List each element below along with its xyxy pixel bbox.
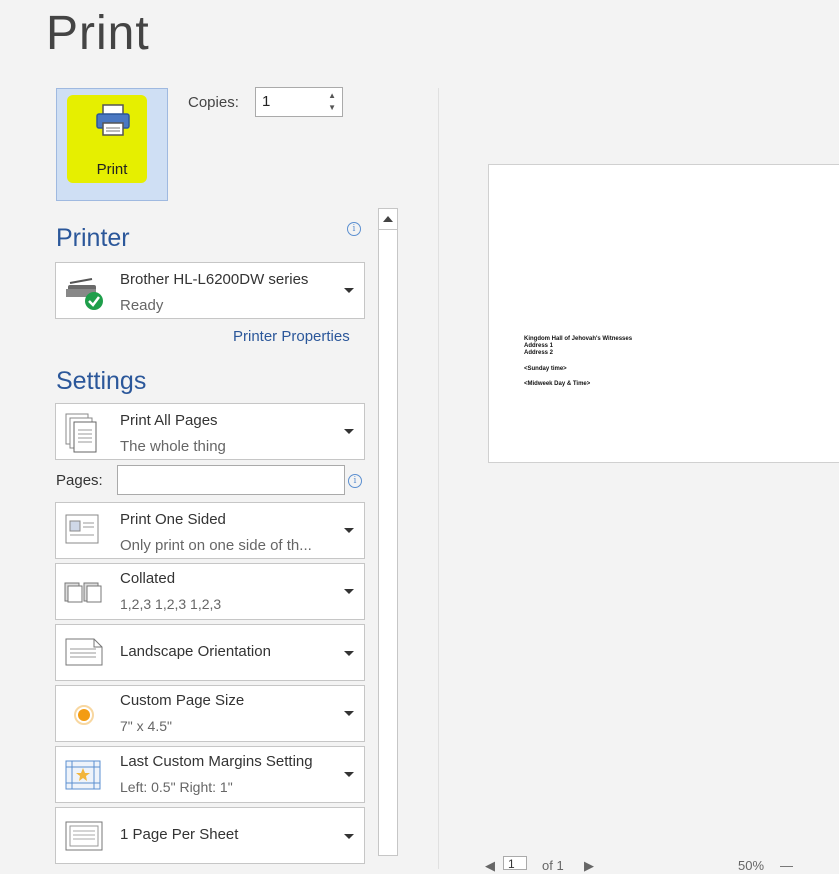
info-icon[interactable]: i [347,222,361,236]
chevron-down-icon [344,429,354,434]
printer-icon [96,104,130,136]
page-size-subtitle: 7" x 4.5" [120,718,172,734]
margins-title: Last Custom Margins Setting [120,753,313,770]
chevron-down-icon [344,288,354,293]
print-range-title: Print All Pages [120,412,218,429]
print-preview-page: Kingdom Hall of Jehovah's Witnesses Addr… [488,164,839,463]
zoom-out-icon[interactable]: — [780,858,793,873]
orientation-dropdown[interactable]: Landscape Orientation [55,624,365,681]
chevron-down-icon [344,589,354,594]
pages-label: Pages: [56,472,103,489]
spin-down-icon[interactable]: ▼ [328,103,336,112]
printer-status: Ready [120,297,164,314]
scroll-up-icon[interactable] [379,209,397,230]
next-page-icon[interactable]: ▶ [584,858,594,874]
chevron-down-icon [344,528,354,533]
chevron-down-icon [344,711,354,716]
chevron-down-icon [344,651,354,656]
settings-scrollbar[interactable] [378,208,398,856]
pages-per-sheet-icon [65,821,103,851]
preview-line: <Sunday time> [524,366,567,372]
collated-icon [64,582,102,603]
info-icon[interactable]: i [348,474,362,488]
printer-dropdown[interactable]: Brother HL-L6200DW series Ready [55,262,365,319]
page-number-input[interactable]: 1 [503,856,527,871]
preview-line: <Midweek Day & Time> [524,381,591,387]
printer-heading: Printer [56,224,130,252]
copies-stepper[interactable]: 1 ▲ ▼ [255,87,343,117]
print-button-label: Print [96,161,128,178]
printer-ready-icon [66,278,103,310]
print-range-subtitle: The whole thing [120,438,226,455]
collation-title: Collated [120,570,176,587]
collation-dropdown[interactable]: Collated 1,2,3 1,2,3 1,2,3 [55,563,365,620]
landscape-icon [65,638,103,666]
sides-dropdown[interactable]: Print One Sided Only print on one side o… [55,502,365,559]
margins-icon [65,760,101,790]
margins-subtitle: Left: 0.5" Right: 1" [120,779,233,795]
page-size-dropdown[interactable]: Custom Page Size 7" x 4.5" [55,685,365,742]
pane-divider [438,88,439,869]
collation-subtitle: 1,2,3 1,2,3 1,2,3 [120,596,222,612]
copies-label: Copies: [188,94,239,111]
chevron-down-icon [344,772,354,777]
settings-heading: Settings [56,367,147,395]
print-range-dropdown[interactable]: Print All Pages The whole thing [55,403,365,460]
orientation-title: Landscape Orientation [120,643,271,660]
sides-subtitle: Only print on one side of th... [120,537,312,554]
printer-name: Brother HL-L6200DW series [120,271,309,288]
page-of-label: of 1 [542,858,564,873]
pages-input[interactable] [117,465,345,495]
page-title: Print [46,7,150,60]
printer-properties-link[interactable]: Printer Properties [233,328,350,345]
page-size-title: Custom Page Size [120,692,245,709]
pages-stack-icon [65,413,97,453]
preview-line: Address 1 [524,343,554,349]
pages-per-sheet-dropdown[interactable]: 1 Page Per Sheet [55,807,365,864]
print-button[interactable]: Print [56,88,168,201]
page-size-icon [74,705,94,725]
prev-page-icon[interactable]: ◀ [485,858,495,874]
chevron-down-icon [344,834,354,839]
spin-up-icon[interactable]: ▲ [328,91,336,100]
margins-dropdown[interactable]: Last Custom Margins Setting Left: 0.5" R… [55,746,365,803]
pages-per-sheet-title: 1 Page Per Sheet [120,826,239,843]
sides-title: Print One Sided [120,511,226,528]
preview-line: Address 2 [524,350,554,356]
copies-value: 1 [262,93,271,110]
one-sided-icon [65,514,99,544]
zoom-level[interactable]: 50% [738,858,764,873]
preview-line: Kingdom Hall of Jehovah's Witnesses [524,336,633,342]
